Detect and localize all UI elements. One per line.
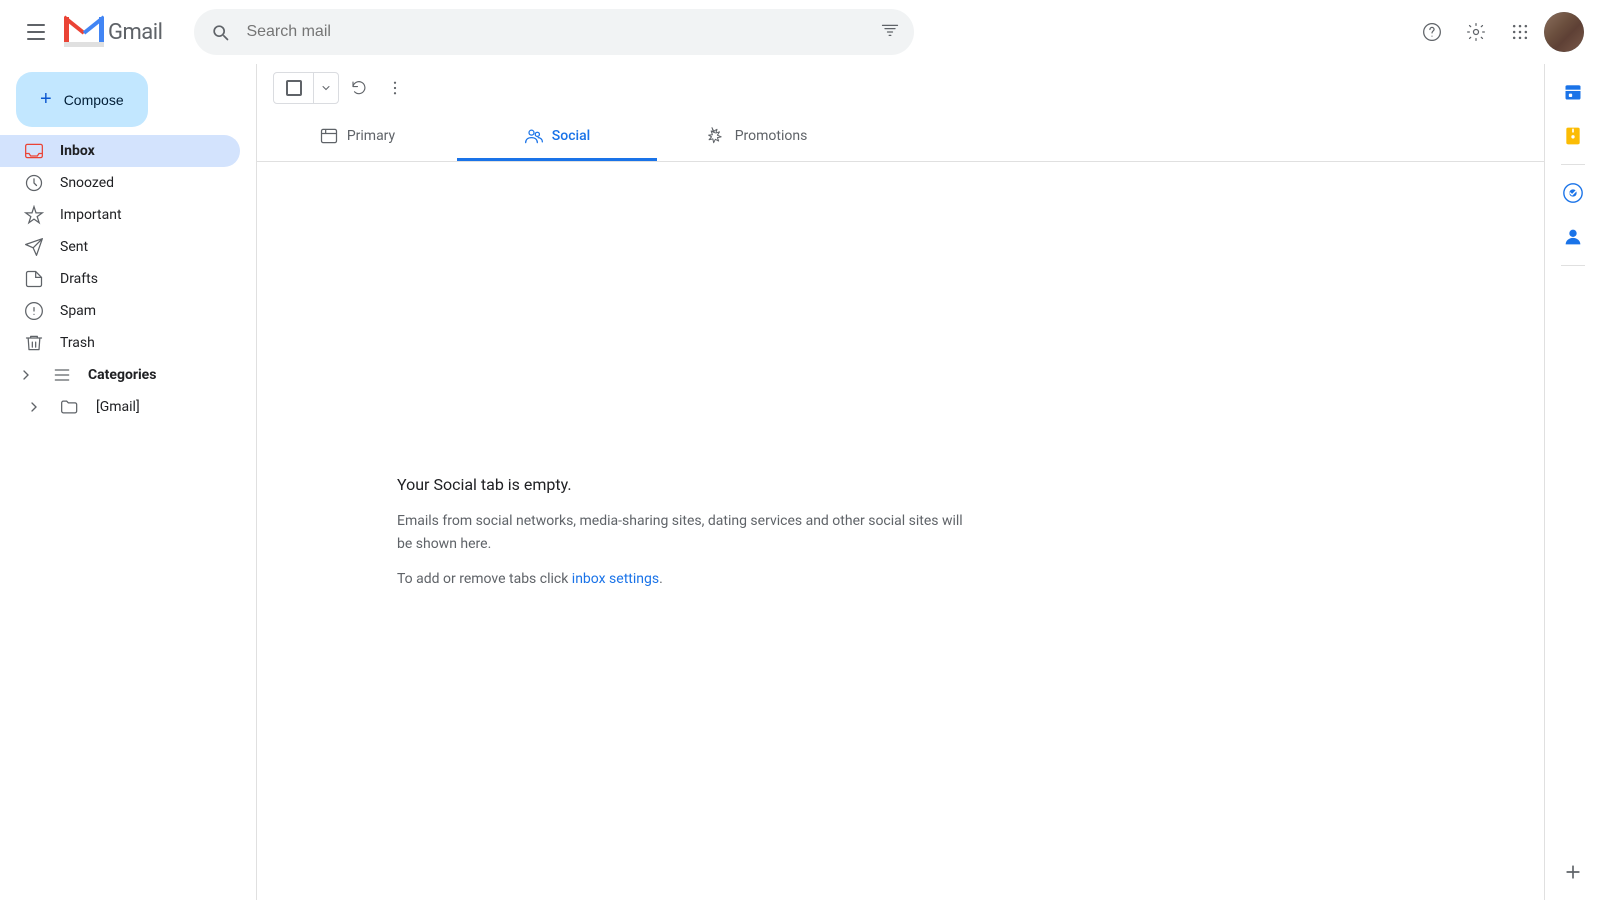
tab-promotions[interactable]: Promotions [657, 113, 857, 161]
calendar-icon [1563, 82, 1583, 102]
apps-button[interactable] [1500, 12, 1540, 52]
filter-icon[interactable] [880, 22, 900, 42]
topbar-right [1412, 12, 1584, 52]
snoozed-label: Snoozed [60, 175, 224, 191]
select-dropdown-chevron [314, 72, 338, 104]
promotions-tab-icon [707, 126, 727, 146]
empty-link-suffix: . [659, 571, 663, 587]
search-icon [210, 22, 230, 42]
spam-label: Spam [60, 303, 224, 319]
inbox-tabs: Primary Social [257, 113, 1544, 162]
inbox-icon [24, 141, 44, 161]
important-icon [24, 205, 44, 225]
toolbar [257, 64, 1544, 113]
app-layout: + Compose Inbox Snoozed [0, 64, 1600, 900]
add-apps-button[interactable] [1553, 852, 1593, 892]
hamburger-icon [27, 24, 45, 40]
right-sidebar-divider [1561, 164, 1585, 165]
sidebar-item-important[interactable]: Important [0, 199, 240, 231]
compose-plus-icon: + [40, 88, 52, 111]
apps-icon [1510, 22, 1530, 42]
igmail-folder-icon [60, 397, 80, 417]
sidebar-item-spam[interactable]: Spam [0, 295, 240, 327]
tasks-button[interactable] [1553, 173, 1593, 213]
calendar-button[interactable] [1553, 72, 1593, 112]
contacts-icon [1562, 226, 1584, 248]
tasks-icon [1562, 182, 1584, 204]
refresh-button[interactable] [343, 72, 375, 104]
sidebar: + Compose Inbox Snoozed [0, 64, 256, 900]
social-tab-icon [524, 126, 544, 146]
contacts-button[interactable] [1553, 217, 1593, 257]
social-tab-label: Social [552, 128, 590, 144]
keep-button[interactable] [1553, 116, 1593, 156]
menu-button[interactable] [16, 12, 56, 52]
sidebar-item-sent[interactable]: Sent [0, 231, 240, 263]
refresh-icon [350, 79, 368, 97]
right-sidebar [1544, 64, 1600, 900]
drafts-label: Drafts [60, 271, 224, 287]
sidebar-item-drafts[interactable]: Drafts [0, 263, 240, 295]
main-content: Primary Social [256, 64, 1544, 900]
inbox-label: Inbox [60, 143, 224, 159]
trash-label: Trash [60, 335, 224, 351]
spam-icon [24, 301, 44, 321]
empty-state-link-text: To add or remove tabs click inbox settin… [397, 571, 663, 587]
compose-button[interactable]: + Compose [16, 72, 148, 127]
igmail-label: [Gmail] [96, 399, 224, 415]
help-button[interactable] [1412, 12, 1452, 52]
compose-label: Compose [64, 92, 124, 108]
settings-button[interactable] [1456, 12, 1496, 52]
empty-link-prefix: To add or remove tabs click [397, 571, 572, 587]
inbox-settings-link[interactable]: inbox settings [572, 571, 659, 587]
sidebar-item-inbox[interactable]: Inbox [0, 135, 240, 167]
trash-icon [24, 333, 44, 353]
sent-icon [24, 237, 44, 257]
avatar-image [1544, 12, 1584, 52]
empty-state-title: Your Social tab is empty. [397, 475, 572, 494]
drafts-icon [24, 269, 44, 289]
select-checkbox-button[interactable] [273, 72, 339, 104]
igmail-expand-icon [24, 397, 44, 417]
social-empty-state: Your Social tab is empty. Emails from so… [337, 162, 1037, 900]
gmail-m-icon [64, 12, 104, 52]
sent-label: Sent [60, 239, 224, 255]
sidebar-item-snoozed[interactable]: Snoozed [0, 167, 240, 199]
gmail-logo[interactable]: Gmail [64, 12, 162, 52]
tab-primary[interactable]: Primary [257, 113, 457, 161]
primary-tab-icon [319, 126, 339, 146]
categories-label: Categories [88, 367, 156, 383]
sidebar-item-categories[interactable]: Categories [0, 359, 240, 391]
add-icon [1563, 862, 1583, 882]
promotions-tab-label: Promotions [735, 128, 808, 144]
help-icon [1422, 22, 1442, 42]
more-vertical-icon [386, 79, 404, 97]
chevron-down-icon [320, 82, 332, 94]
tab-social[interactable]: Social [457, 113, 657, 161]
categories-expand-icon [16, 365, 36, 385]
avatar[interactable] [1544, 12, 1584, 52]
empty-state-description: Emails from social networks, media-shari… [397, 510, 977, 555]
snoozed-icon [24, 173, 44, 193]
sidebar-item-igmail[interactable]: [Gmail] [0, 391, 240, 423]
topbar: Gmail [0, 0, 1600, 64]
categories-icon [52, 365, 72, 385]
right-sidebar-divider-2 [1561, 265, 1585, 266]
select-all-checkbox [286, 80, 302, 96]
primary-tab-label: Primary [347, 128, 395, 144]
search-bar [194, 9, 914, 55]
checkbox-area [274, 72, 314, 104]
more-options-button[interactable] [379, 72, 411, 104]
search-input[interactable] [194, 9, 914, 55]
important-label: Important [60, 207, 224, 223]
sidebar-item-trash[interactable]: Trash [0, 327, 240, 359]
app-name: Gmail [108, 20, 162, 45]
settings-icon [1466, 22, 1486, 42]
keep-icon [1563, 126, 1583, 146]
